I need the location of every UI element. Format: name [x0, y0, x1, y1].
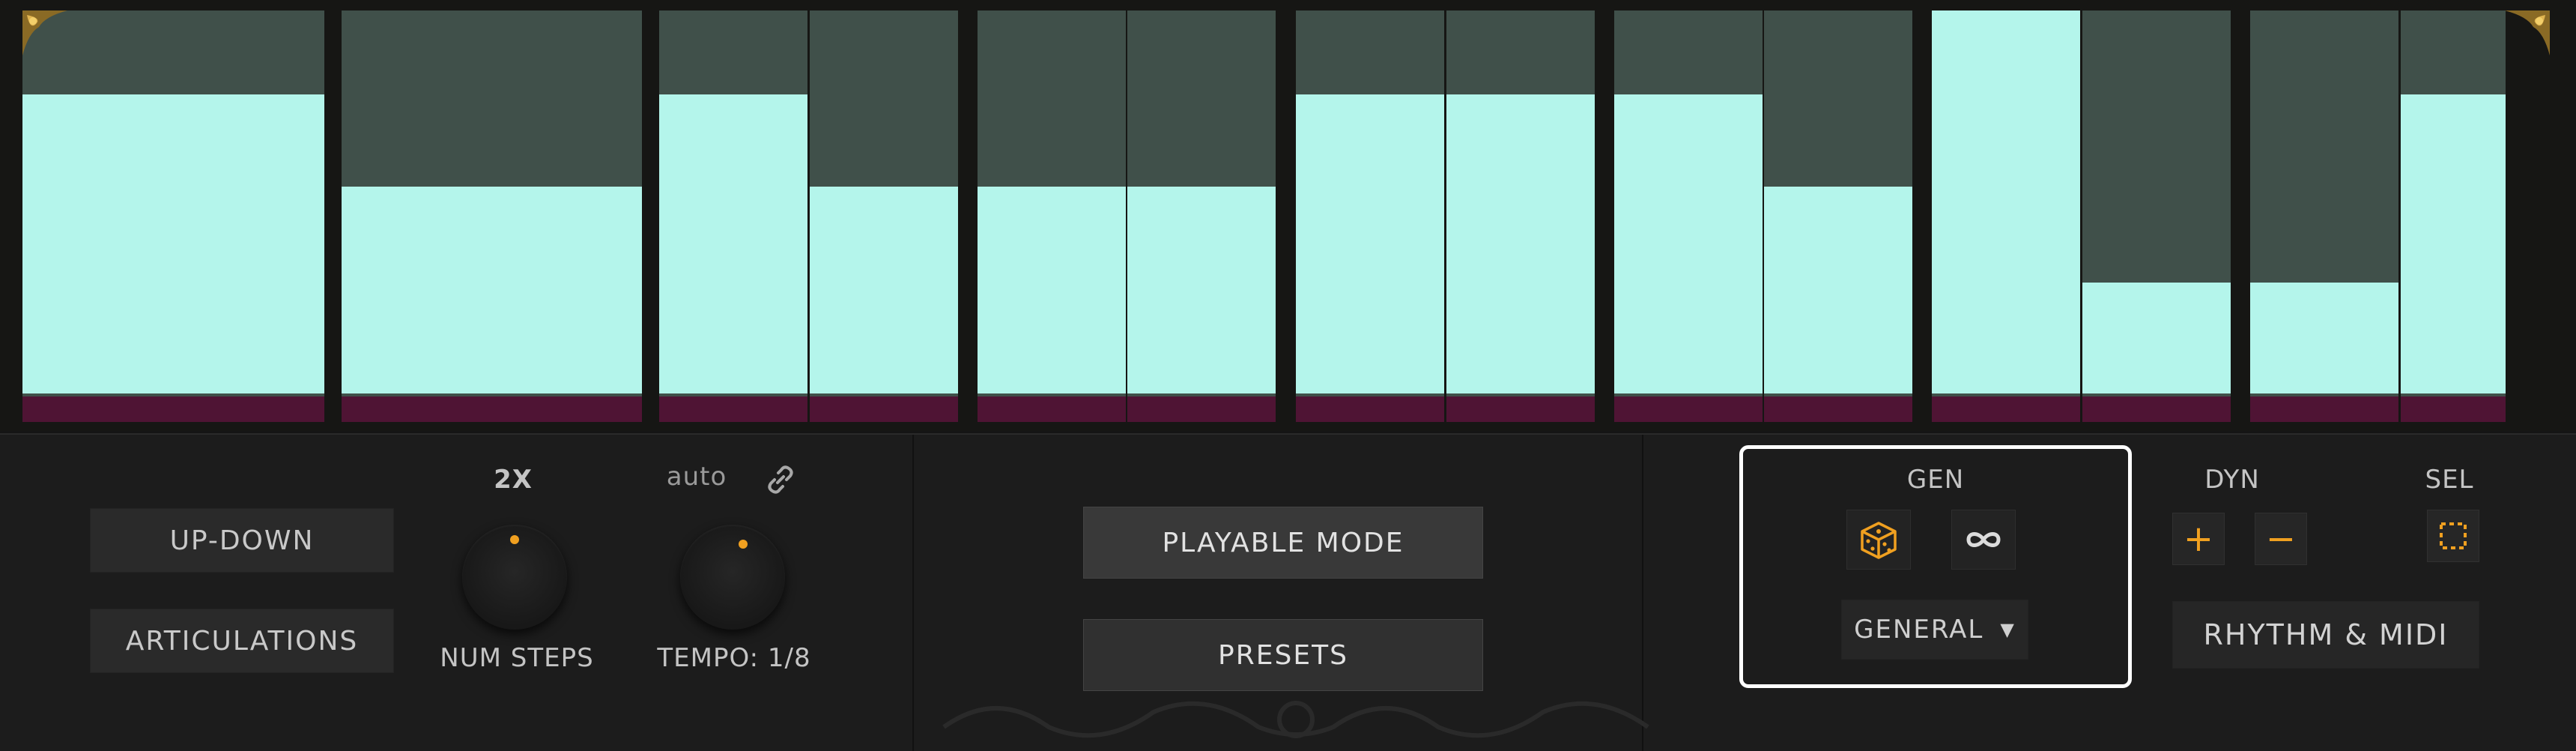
knob-indicator: [739, 540, 748, 549]
general-dropdown[interactable]: GENERAL ▼: [1841, 600, 2028, 660]
step-accent-strip[interactable]: [1296, 396, 1444, 422]
tempo-label: TEMPO: 1/8: [657, 643, 811, 673]
step-accent-strip[interactable]: [2401, 396, 2506, 422]
step-accent-strip[interactable]: [659, 396, 807, 422]
sequencer-step[interactable]: [22, 10, 324, 422]
num-steps-label: NUM STEPS: [440, 643, 594, 673]
dyn-plus-button[interactable]: +: [2172, 513, 2225, 565]
dyn-minus-button[interactable]: −: [2255, 513, 2307, 565]
step-accent-strip[interactable]: [1764, 396, 1912, 422]
step-level-fill: [22, 94, 324, 393]
step-level-fill: [2250, 283, 2398, 393]
presets-button[interactable]: PRESETS: [1083, 619, 1483, 691]
selection-icon: [2440, 522, 2467, 549]
sequencer-step[interactable]: [2082, 10, 2231, 422]
tempo-sync-label[interactable]: auto: [652, 462, 742, 492]
rhythm-midi-button[interactable]: RHYTHM & MIDI: [2172, 601, 2479, 669]
step-accent-strip[interactable]: [1446, 396, 1595, 422]
tempo-knob[interactable]: [680, 525, 785, 630]
step-accent-strip[interactable]: [2250, 396, 2398, 422]
sequencer-step[interactable]: [1614, 10, 1763, 422]
dice-icon[interactable]: [1846, 510, 1911, 570]
gen-title: GEN: [1906, 465, 1965, 495]
link-icon[interactable]: [764, 463, 797, 496]
up-down-button[interactable]: UP-DOWN: [90, 508, 394, 573]
chevron-down-icon: ▼: [2000, 619, 2016, 640]
general-dropdown-value: GENERAL: [1854, 615, 1984, 645]
dyn-title: DYN: [2204, 465, 2260, 495]
sequencer-step[interactable]: [342, 10, 642, 422]
minus-icon: −: [2265, 518, 2297, 560]
ornament-icon: [942, 701, 1649, 738]
step-level-fill: [2401, 94, 2506, 393]
sequencer-step[interactable]: [1127, 10, 1276, 422]
sequencer-step[interactable]: [2401, 10, 2506, 422]
corner-ornament-icon: [2505, 10, 2550, 55]
select-button[interactable]: [2427, 510, 2479, 562]
playable-mode-button[interactable]: PLAYABLE MODE: [1083, 507, 1483, 579]
sequencer-step[interactable]: [1764, 10, 1912, 422]
step-accent-strip[interactable]: [1614, 396, 1763, 422]
step-level-fill: [978, 187, 1126, 393]
step-level-fill: [2082, 283, 2231, 393]
sequencer-step[interactable]: [810, 10, 958, 422]
plus-icon: +: [2183, 518, 2214, 560]
control-panel: UP-DOWN ARTICULATIONS 2X NUM STEPS auto …: [0, 433, 2576, 751]
corner-ornament-icon: [22, 10, 67, 55]
step-accent-strip[interactable]: [810, 396, 958, 422]
infinity-icon[interactable]: [1951, 510, 2016, 570]
step-level-fill: [1446, 94, 1595, 393]
step-accent-strip[interactable]: [1932, 396, 2080, 422]
knob-indicator: [510, 535, 519, 544]
step-accent-strip[interactable]: [978, 396, 1126, 422]
sequencer-step[interactable]: [978, 10, 1126, 422]
step-level-fill: [810, 187, 958, 393]
step-level-fill: [342, 187, 642, 393]
step-level-fill: [1127, 187, 1276, 393]
step-level-fill: [1296, 94, 1444, 393]
sequencer-step[interactable]: [1296, 10, 1444, 422]
step-accent-strip[interactable]: [2082, 396, 2231, 422]
step-level-fill: [1614, 94, 1763, 393]
sequencer-step[interactable]: [659, 10, 807, 422]
step-accent-strip[interactable]: [22, 396, 324, 422]
num-steps-multiplier[interactable]: 2X: [464, 465, 562, 495]
num-steps-knob[interactable]: [462, 525, 567, 630]
sequencer-step[interactable]: [2250, 10, 2398, 422]
panel-divider: [912, 435, 914, 751]
articulations-button[interactable]: ARTICULATIONS: [90, 609, 394, 673]
sel-title: SEL: [2425, 465, 2474, 495]
step-sequencer: [0, 0, 2576, 431]
step-accent-strip[interactable]: [1127, 396, 1276, 422]
sequencer-step[interactable]: [1932, 10, 2080, 422]
step-level-fill: [1932, 10, 2080, 393]
step-accent-strip[interactable]: [342, 396, 642, 422]
step-level-fill: [659, 94, 807, 393]
step-level-fill: [1764, 187, 1912, 393]
sequencer-step[interactable]: [1446, 10, 1595, 422]
